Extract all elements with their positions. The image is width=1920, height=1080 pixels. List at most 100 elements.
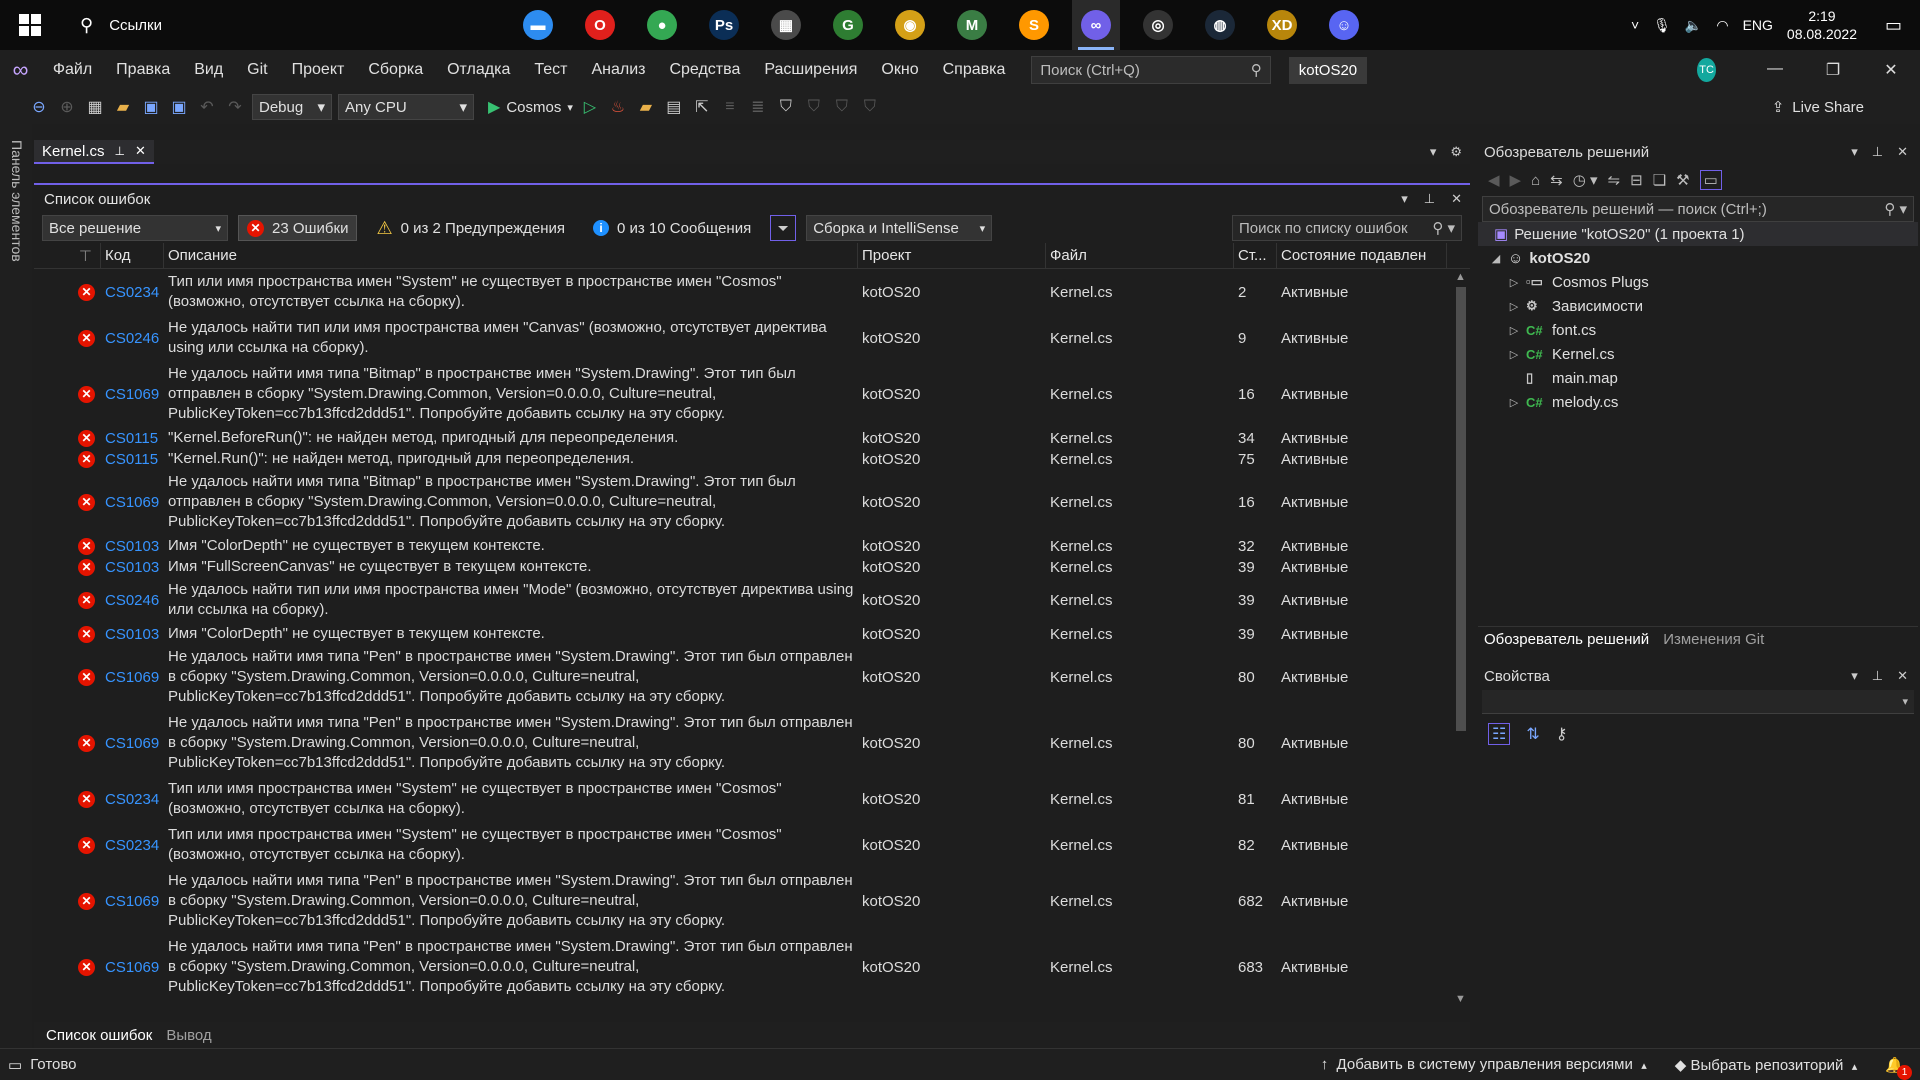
error-code[interactable]: CS0246: [101, 592, 164, 609]
show-all-files-icon[interactable]: ❏: [1653, 171, 1666, 189]
start-button[interactable]: [0, 0, 60, 50]
errors-filter-toggle[interactable]: ✕ 23 Ошибки: [238, 215, 358, 241]
open-folder-icon[interactable]: ▰: [112, 96, 134, 118]
column-header-code[interactable]: Код: [101, 242, 164, 269]
table-row[interactable]: ✕ CS0103 Имя "ColorDepth" не существует в …: [34, 536, 1452, 556]
error-code[interactable]: CS0103: [101, 626, 164, 643]
menu-item-3[interactable]: Git: [235, 61, 279, 79]
table-row[interactable]: ✕ CS1069 Не удалось найти имя типа "Bitmap…: [34, 361, 1452, 427]
table-row[interactable]: ✕ CS0115 "Kernel.BeforeRun()": не найден м…: [34, 428, 1452, 448]
pin-icon[interactable]: ⊥: [1872, 144, 1883, 160]
layout-icon[interactable]: ▤: [663, 96, 685, 118]
tab-error-list[interactable]: Список ошибок: [46, 1027, 152, 1044]
live-share-button[interactable]: ⇪ Live Share: [1772, 98, 1864, 117]
close-icon[interactable]: ✕: [1451, 191, 1462, 207]
platform-select[interactable]: Any CPU ▾: [338, 94, 474, 120]
alphabetical-icon[interactable]: ⇅: [1526, 724, 1539, 744]
table-row[interactable]: ✕ CS0234 Тип или имя пространства имен "Sy…: [34, 269, 1452, 315]
warnings-filter-toggle[interactable]: ⚠ 0 из 2 Предупреждения: [367, 215, 574, 241]
scroll-up-icon[interactable]: ▲: [1455, 271, 1466, 283]
table-row[interactable]: ✕ CS1069 Не удалось найти имя типа "Pen" в…: [34, 710, 1452, 776]
minimize-icon[interactable]: —: [1746, 60, 1804, 80]
bookmark-next-icon[interactable]: ⛉: [831, 96, 853, 118]
taskbar-app-chrome[interactable]: ●: [638, 0, 686, 50]
navigate-forward-icon[interactable]: ⊕: [56, 96, 78, 118]
tree-item[interactable]: ▷ C# melody.cs: [1478, 390, 1918, 414]
tree-item[interactable]: ▯ main.map: [1478, 366, 1918, 390]
home-icon[interactable]: ⌂: [1531, 172, 1540, 189]
build-source-select[interactable]: Сборка и IntelliSense ▾: [806, 215, 993, 241]
taskbar-app-disc[interactable]: ◉: [886, 0, 934, 50]
properties-object-select[interactable]: ▾: [1482, 690, 1914, 714]
pin-icon[interactable]: ⊥: [1424, 191, 1435, 207]
properties-icon[interactable]: ⚒: [1676, 171, 1689, 189]
menu-item-6[interactable]: Отладка: [435, 61, 522, 79]
table-row[interactable]: ✕ CS0115 "Kernel.Run()": не найден метод, …: [34, 449, 1452, 469]
menu-item-9[interactable]: Средства: [657, 61, 752, 79]
menu-item-11[interactable]: Окно: [869, 61, 930, 79]
menu-item-2[interactable]: Вид: [182, 61, 235, 79]
error-code[interactable]: CS0234: [101, 791, 164, 808]
restore-icon[interactable]: ❐: [1804, 60, 1862, 80]
menu-item-5[interactable]: Сборка: [356, 61, 435, 79]
column-header-file[interactable]: Файл: [1046, 242, 1234, 269]
start-without-debugging-icon[interactable]: ▷: [579, 96, 601, 118]
preview-icon[interactable]: ▭: [1699, 170, 1722, 190]
table-row[interactable]: ✕ CS1069 Не удалось найти имя типа "Bitmap…: [34, 469, 1452, 535]
tab-git-changes[interactable]: Изменения Git: [1663, 631, 1764, 648]
table-row[interactable]: ✕ CS0103 Имя "ColorDepth" не существует в …: [34, 624, 1452, 644]
table-row[interactable]: ✕ CS0246 Не удалось найти тип или имя прос…: [34, 577, 1452, 623]
chevron-down-icon[interactable]: ▾: [1430, 144, 1437, 160]
messages-filter-toggle[interactable]: i 0 из 10 Сообщения: [584, 215, 760, 241]
table-row[interactable]: ✕ CS0246 Не удалось найти тип или имя прос…: [34, 315, 1452, 361]
tree-item[interactable]: ▷ C# Kernel.cs: [1478, 342, 1918, 366]
table-row[interactable]: ✕ CS0103 Имя "FullScreenCanvas" не существ…: [34, 557, 1452, 577]
table-row[interactable]: ✕ CS1069 Не удалось найти имя типа "Pen" в…: [34, 934, 1452, 1000]
collapse-all-icon[interactable]: ⊟: [1630, 171, 1643, 189]
network-icon[interactable]: ◠: [1716, 17, 1728, 34]
error-code[interactable]: CS1069: [101, 386, 164, 403]
back-icon[interactable]: ◀: [1488, 171, 1500, 189]
close-icon[interactable]: ✕: [1897, 144, 1908, 160]
tab-solution-explorer[interactable]: Обозреватель решений: [1484, 631, 1649, 648]
menu-item-8[interactable]: Анализ: [579, 61, 657, 79]
expand-icon[interactable]: ▷: [1508, 396, 1520, 409]
scope-select[interactable]: Все решение ▾: [42, 215, 228, 241]
expand-icon[interactable]: ▷: [1508, 276, 1520, 289]
taskbar-app-steam[interactable]: ◍: [1196, 0, 1244, 50]
bookmark-prev-icon[interactable]: ⛉: [803, 96, 825, 118]
tree-item[interactable]: ▷ ▫▭ Cosmos Plugs: [1478, 270, 1918, 294]
save-all-icon[interactable]: ▣: [168, 96, 190, 118]
error-code[interactable]: CS1069: [101, 669, 164, 686]
error-code[interactable]: CS1069: [101, 893, 164, 910]
undo-icon[interactable]: ↶: [196, 96, 218, 118]
microphone-icon[interactable]: 🎙: [1653, 17, 1671, 34]
language-indicator[interactable]: ENG: [1743, 17, 1773, 33]
taskbar-app-film[interactable]: ▦: [762, 0, 810, 50]
bookmark-icon[interactable]: ⛉: [775, 96, 797, 118]
table-row[interactable]: ✕ CS1069 Не удалось найти имя типа "Pen" в…: [34, 868, 1452, 934]
error-code[interactable]: CS1069: [101, 959, 164, 976]
expand-icon[interactable]: ▷: [1508, 300, 1520, 313]
filter-funnel-icon[interactable]: ⏷: [770, 215, 797, 241]
taskbar-search[interactable]: ⚲ Ссылки: [60, 0, 480, 50]
table-row[interactable]: ✕ CS1069 Не удалось найти имя типа "Pen" в…: [34, 644, 1452, 710]
menu-item-10[interactable]: Расширения: [752, 61, 869, 79]
taskbar-app-xd-app[interactable]: XD: [1258, 0, 1306, 50]
folder-icon[interactable]: ▰: [635, 96, 657, 118]
chevron-down-icon[interactable]: ▾: [1401, 191, 1408, 207]
column-header-project[interactable]: Проект: [858, 242, 1046, 269]
notifications-button[interactable]: 🔔 1: [1885, 1056, 1912, 1080]
tree-item[interactable]: ▷ ⚙ Зависимости: [1478, 294, 1918, 318]
start-debugging-button[interactable]: ▶ Cosmos ▾: [488, 97, 573, 117]
avatar[interactable]: TC: [1697, 58, 1716, 82]
taskbar-app-sublime[interactable]: S: [1010, 0, 1058, 50]
vertical-scrollbar[interactable]: ▲ ▼: [1452, 269, 1470, 1007]
chevron-down-icon[interactable]: ▾: [1851, 668, 1858, 684]
error-code[interactable]: CS0103: [101, 559, 164, 576]
configuration-select[interactable]: Debug ▾: [252, 94, 332, 120]
column-header-icon[interactable]: ⊤: [34, 242, 101, 269]
menu-item-7[interactable]: Тест: [522, 61, 579, 79]
new-item-icon[interactable]: ▦: [84, 96, 106, 118]
table-row[interactable]: ✕ CS0234 Тип или имя пространства имен "Sy…: [34, 776, 1452, 822]
